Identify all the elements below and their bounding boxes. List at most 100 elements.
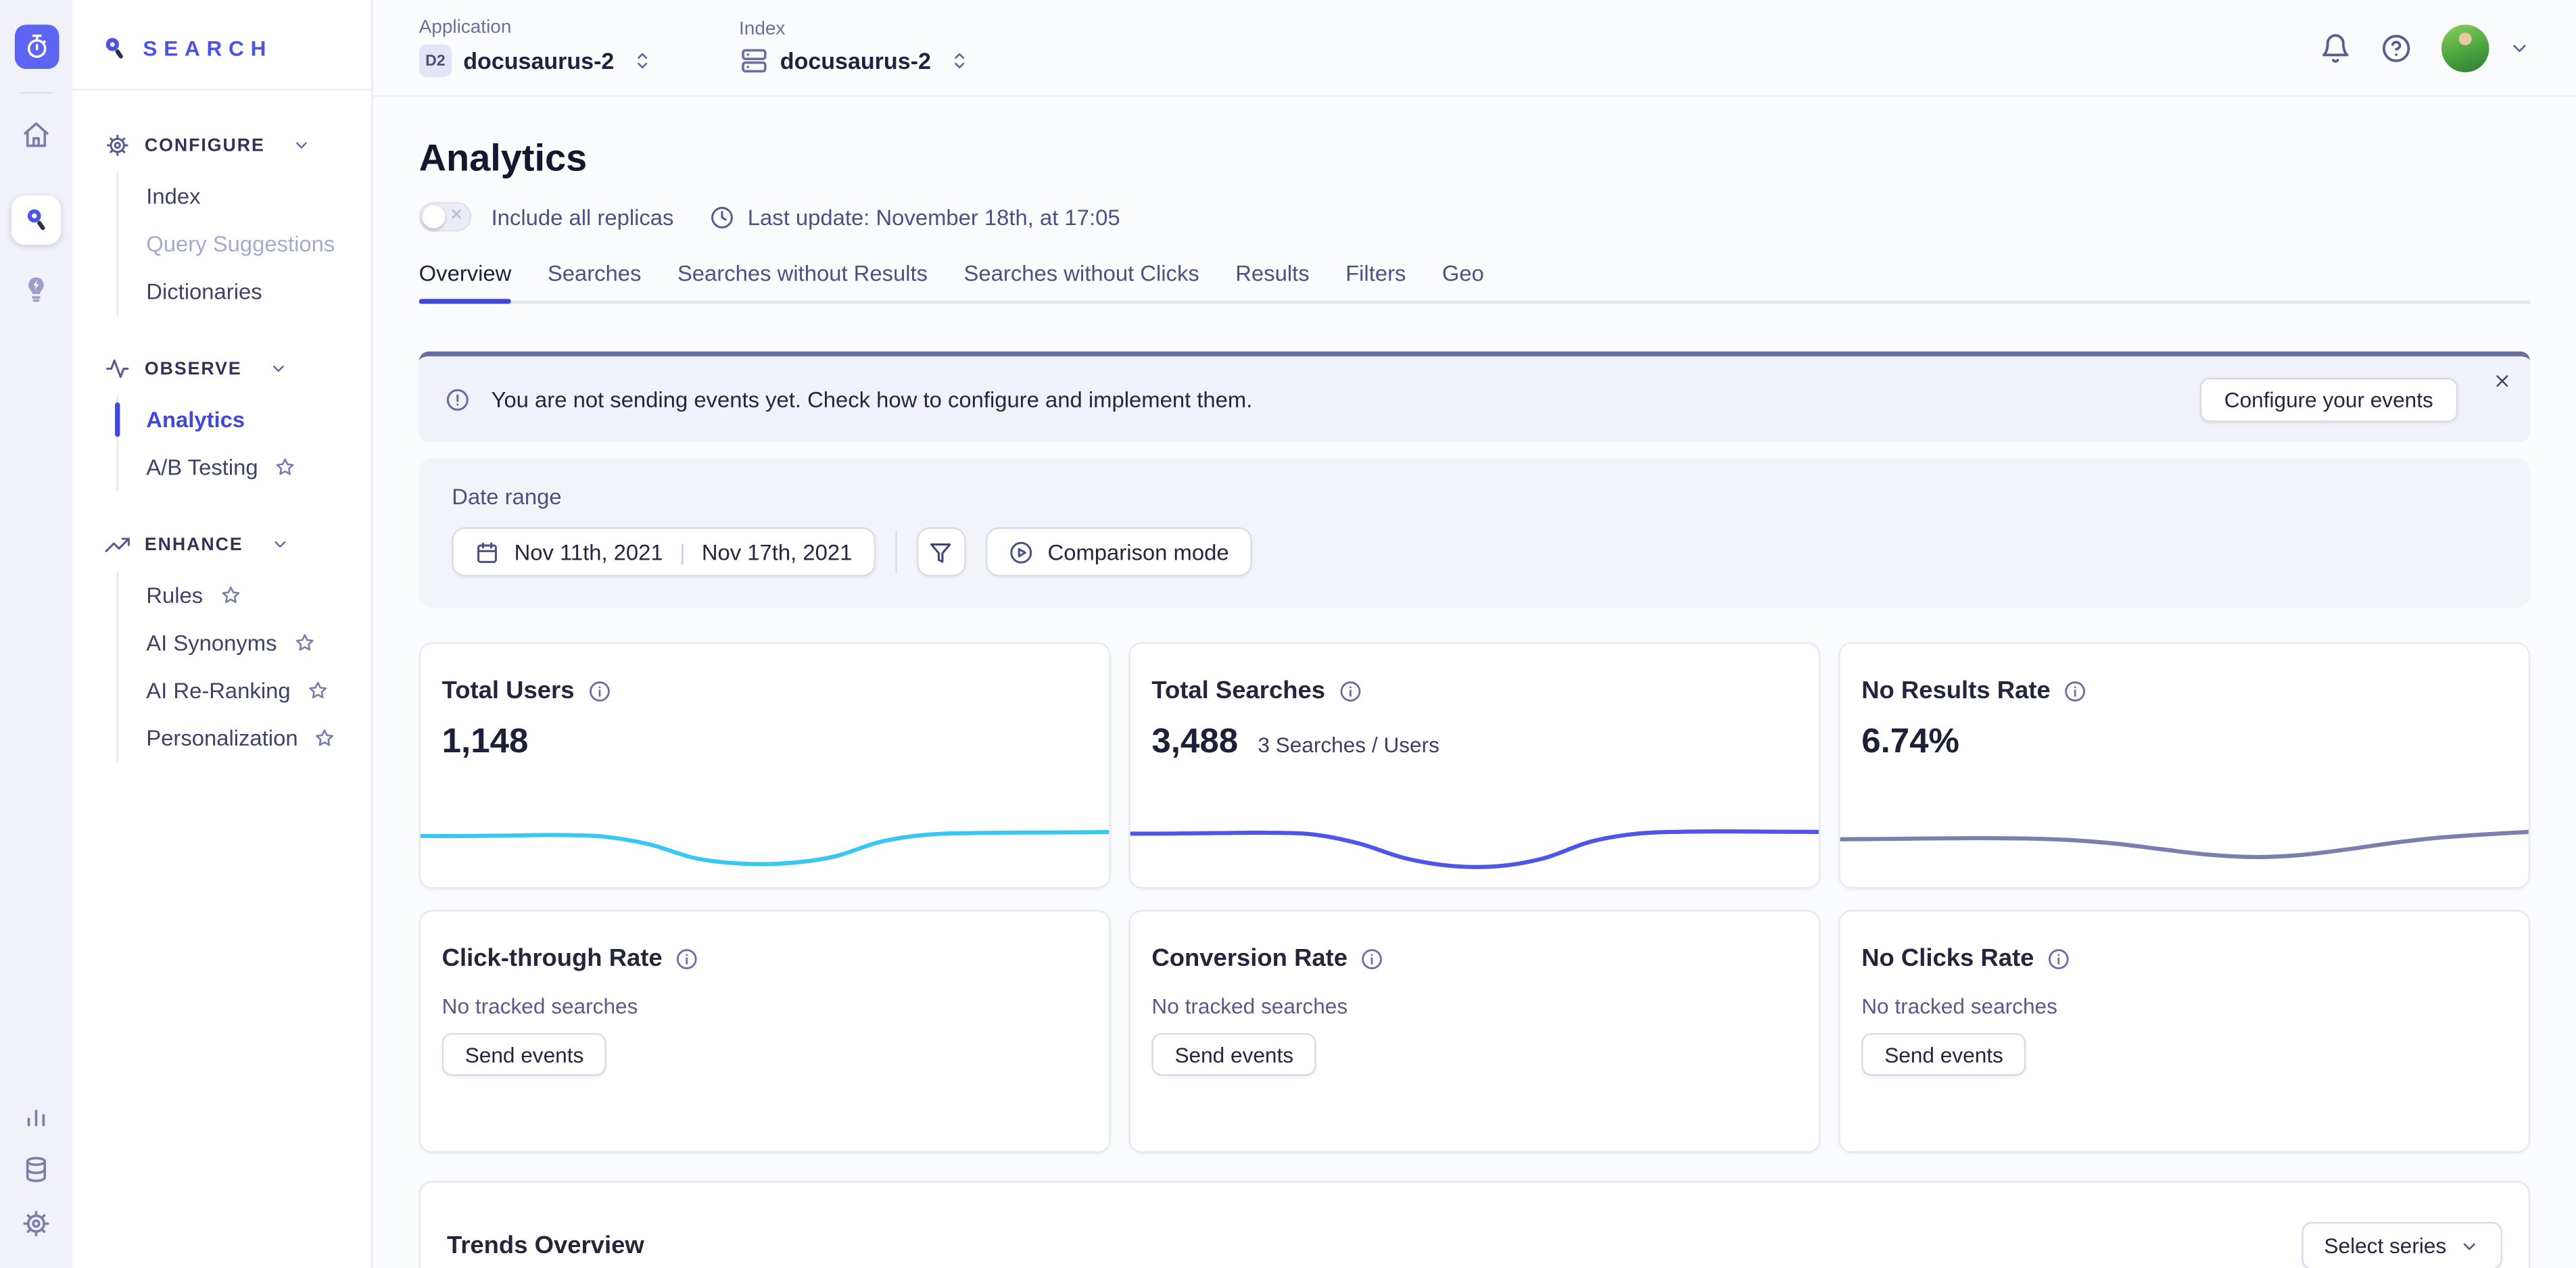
nav-head-enhance[interactable]: ENHANCE <box>105 532 355 556</box>
tab-searches[interactable]: Searches <box>548 261 642 300</box>
sidebar-item-rules[interactable]: Rules <box>118 572 355 619</box>
sidebar-item-ai-re-ranking[interactable]: AI Re-Ranking <box>118 667 355 714</box>
nav-head-observe[interactable]: OBSERVE <box>105 356 355 381</box>
send-events-button[interactable]: Send events <box>442 1033 607 1075</box>
total-users-value: 1,148 <box>442 723 529 762</box>
timer-icon <box>22 33 50 61</box>
chevron-down-icon <box>270 360 288 378</box>
home-button[interactable] <box>11 110 61 160</box>
application-label: Application <box>419 18 654 38</box>
trends-overview-card: Trends Overview Select series <box>419 1181 2531 1268</box>
include-replicas-toggle[interactable]: ✕ <box>419 202 472 232</box>
application-badge: D2 <box>419 45 452 78</box>
clock-icon <box>710 205 734 229</box>
chevron-down-icon <box>271 535 289 554</box>
divider <box>895 531 897 573</box>
no-tracked-searches: No tracked searches <box>1840 973 2529 1019</box>
play-circle-icon <box>1008 539 1032 564</box>
rail-divider <box>20 92 53 93</box>
topbar-right <box>2320 24 2530 71</box>
help-button[interactable] <box>2381 32 2412 63</box>
star-icon[interactable] <box>219 585 241 606</box>
info-icon[interactable] <box>1361 947 1384 970</box>
app-window: SEARCH CONFIGURE Index Query Suggestions <box>0 0 2576 1268</box>
search-logo[interactable]: SEARCH <box>72 0 371 62</box>
sidebar-item-analytics[interactable]: Analytics <box>118 396 355 443</box>
send-events-button[interactable]: Send events <box>1151 1033 1316 1075</box>
activity-icon <box>105 356 130 381</box>
card-click-through-rate: Click-through Rate No tracked searches S… <box>419 910 1111 1153</box>
star-icon[interactable] <box>314 727 336 749</box>
recommend-product-button[interactable] <box>11 264 61 314</box>
bell-icon <box>2320 32 2351 63</box>
sidebar-item-ai-synonyms[interactable]: AI Synonyms <box>118 619 355 666</box>
database-icon <box>22 1154 51 1184</box>
settings-button[interactable] <box>11 1199 61 1248</box>
searches-per-user: 3 Searches / Users <box>1258 733 1439 757</box>
toggle-knob <box>423 205 446 228</box>
index-server-icon <box>739 46 769 76</box>
star-icon[interactable] <box>293 633 315 654</box>
card-no-clicks-rate: No Clicks Rate No tracked searches Send … <box>1838 910 2530 1153</box>
info-icon[interactable] <box>675 947 698 970</box>
sidebar-item-personalization[interactable]: Personalization <box>118 714 355 762</box>
card-conversion-rate: Conversion Rate No tracked searches Send… <box>1128 910 1820 1153</box>
configure-events-button[interactable]: Configure your events <box>2199 377 2458 422</box>
topbar: Application D2 docusaurus-2 Index docusa… <box>373 0 2576 97</box>
tab-overview[interactable]: Overview <box>419 261 512 300</box>
timer-app-icon[interactable] <box>14 24 59 69</box>
sidebar-item-ab-testing[interactable]: A/B Testing <box>118 443 355 491</box>
send-events-button[interactable]: Send events <box>1861 1033 2026 1075</box>
info-icon[interactable] <box>1339 679 1362 702</box>
tab-results[interactable]: Results <box>1235 261 1309 300</box>
chevron-down-icon <box>2460 1236 2479 1256</box>
chevron-down-icon <box>293 137 311 155</box>
tab-geo[interactable]: Geo <box>1442 261 1484 300</box>
close-icon[interactable] <box>2492 371 2512 391</box>
trends-overview-title: Trends Overview <box>447 1232 644 1260</box>
avatar[interactable] <box>2441 24 2489 71</box>
funnel-icon <box>928 539 953 564</box>
search-product-button[interactable] <box>11 195 61 245</box>
application-selector: Application D2 docusaurus-2 <box>419 18 654 77</box>
info-icon[interactable] <box>2064 679 2086 702</box>
toggle-off-x-icon: ✕ <box>450 206 463 224</box>
sidebar-item-index[interactable]: Index <box>118 172 355 220</box>
tab-searches-without-clicks[interactable]: Searches without Clicks <box>964 261 1199 300</box>
include-replicas-label: Include all replicas <box>492 205 674 229</box>
sort-chevrons-icon <box>631 49 654 72</box>
info-icon[interactable] <box>588 679 611 702</box>
notifications-button[interactable] <box>2320 32 2351 63</box>
select-series-button[interactable]: Select series <box>2301 1222 2502 1268</box>
gear-icon <box>22 1209 51 1238</box>
comparison-mode-button[interactable]: Comparison mode <box>985 527 1251 577</box>
sidebar-item-query-suggestions[interactable]: Query Suggestions <box>118 220 355 268</box>
calendar-icon <box>475 539 499 564</box>
card-no-results-rate: No Results Rate 6.74% <box>1838 642 2530 889</box>
nav-head-configure[interactable]: CONFIGURE <box>105 133 355 157</box>
bar-chart-icon <box>22 1100 51 1130</box>
search-logo-icon <box>100 34 128 62</box>
main-area: Application D2 docusaurus-2 Index docusa… <box>373 0 2576 1268</box>
info-icon[interactable] <box>2047 947 2070 970</box>
chevron-down-icon[interactable] <box>2509 37 2531 59</box>
application-value[interactable]: D2 docusaurus-2 <box>419 45 654 78</box>
sidebar-item-dictionaries[interactable]: Dictionaries <box>118 268 355 315</box>
star-icon[interactable] <box>275 457 296 479</box>
star-icon[interactable] <box>307 680 329 702</box>
tab-searches-without-results[interactable]: Searches without Results <box>677 261 928 300</box>
date-range-button[interactable]: Nov 11th, 2021|Nov 17th, 2021 <box>452 527 875 577</box>
logo-text: SEARCH <box>143 36 272 60</box>
banner-text: You are not sending events yet. Check ho… <box>492 387 1253 411</box>
data-button[interactable] <box>11 1145 61 1194</box>
no-tracked-searches: No tracked searches <box>1130 973 1819 1019</box>
product-rail <box>0 0 72 1268</box>
filter-button[interactable] <box>916 527 965 577</box>
index-value[interactable]: docusaurus-2 <box>739 46 970 76</box>
events-banner: You are not sending events yet. Check ho… <box>419 351 2531 442</box>
usage-button[interactable] <box>11 1091 61 1140</box>
tab-filters[interactable]: Filters <box>1345 261 1406 300</box>
page-title: Analytics <box>419 137 2531 181</box>
sidebar: SEARCH CONFIGURE Index Query Suggestions <box>72 0 373 1268</box>
analytics-tabs: Overview Searches Searches without Resul… <box>419 261 2531 303</box>
